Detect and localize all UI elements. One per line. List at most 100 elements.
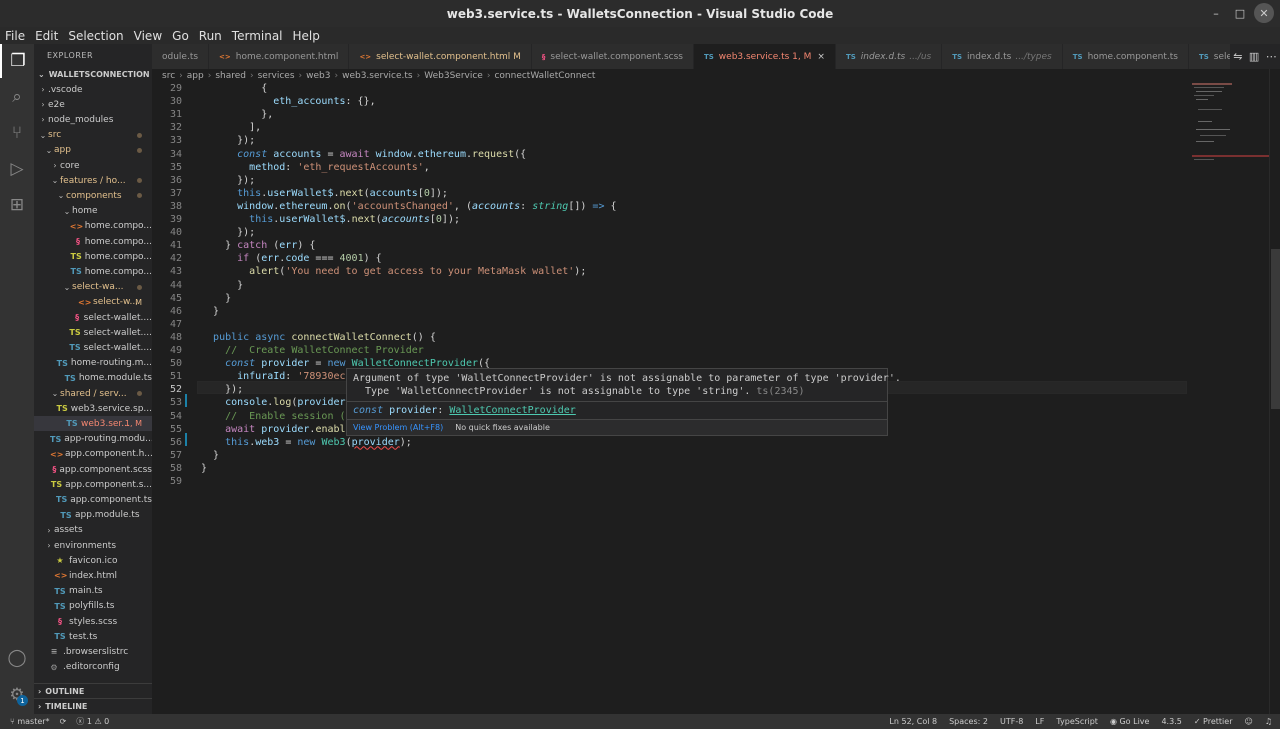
- editor-tab[interactable]: TS select-walle: [1188, 44, 1230, 69]
- tree-item[interactable]: TS home.module.ts: [34, 371, 152, 386]
- menu-item-help[interactable]: Help: [288, 29, 325, 43]
- tree-item[interactable]: › assets: [34, 523, 152, 538]
- compare-icon[interactable]: ⇋: [1233, 50, 1242, 63]
- settings-gear-icon[interactable]: ⚙ 1: [0, 678, 34, 712]
- tree-item[interactable]: <> home.compo...: [34, 219, 152, 234]
- tree-item[interactable]: TS select-wallet....: [34, 325, 152, 340]
- editor-tab[interactable]: TS home.component.ts: [1062, 44, 1189, 69]
- account-icon[interactable]: ◯: [0, 641, 34, 675]
- file-type-icon: TS: [60, 510, 72, 520]
- tree-item[interactable]: ⌄ features / ho...: [34, 173, 152, 188]
- editor-tab[interactable]: § select-wallet.component.scss: [531, 44, 694, 69]
- tree-item[interactable]: TS home.compo...: [34, 249, 152, 264]
- tree-item[interactable]: ⌄ shared / serv...: [34, 386, 152, 401]
- tree-item[interactable]: <> index.html: [34, 568, 152, 583]
- tree-item[interactable]: ★ favicon.ico: [34, 553, 152, 568]
- view-problem-link[interactable]: View Problem (Alt+F8): [353, 423, 443, 432]
- menu-item-edit[interactable]: Edit: [30, 29, 63, 43]
- prettier-status[interactable]: ✓ Prettier: [1194, 717, 1233, 726]
- tree-item[interactable]: <> app.component.h...: [34, 447, 152, 462]
- tree-item[interactable]: TS app.module.ts: [34, 508, 152, 523]
- section-outline[interactable]: › OUTLINE: [34, 683, 152, 698]
- problems-indicator[interactable]: ⓧ 1 ⚠ 0: [76, 716, 109, 727]
- tree-item[interactable]: › environments: [34, 538, 152, 553]
- breadcrumb-item[interactable]: web3: [306, 71, 330, 81]
- files-icon[interactable]: ❐: [0, 44, 34, 78]
- vertical-scrollbar[interactable]: [1269, 69, 1280, 714]
- tree-item[interactable]: › e2e: [34, 97, 152, 112]
- feedback-icon[interactable]: ☺: [1244, 717, 1252, 726]
- tree-item[interactable]: TS test.ts: [34, 629, 152, 644]
- tree-item[interactable]: § home.compo...: [34, 234, 152, 249]
- breadcrumb-item[interactable]: shared: [215, 71, 246, 81]
- tree-item[interactable]: › core: [34, 158, 152, 173]
- sync-icon[interactable]: ⟳: [60, 717, 67, 726]
- search-icon[interactable]: ⌕: [0, 80, 34, 114]
- breadcrumb-item[interactable]: services: [258, 71, 295, 81]
- tree-item[interactable]: ⌄ components: [34, 188, 152, 203]
- tree-item[interactable]: › node_modules: [34, 112, 152, 127]
- run-debug-icon[interactable]: ▷: [0, 152, 34, 186]
- menu-item-view[interactable]: View: [129, 29, 167, 43]
- ts-version[interactable]: 4.3.5: [1161, 717, 1181, 726]
- editor-tab[interactable]: <> select-wallet.component.html M: [349, 44, 532, 69]
- tree-item[interactable]: TS select-wallet....: [34, 340, 152, 355]
- editor-tab[interactable]: odule.ts: [152, 44, 210, 69]
- tree-item[interactable]: ⌄ home: [34, 204, 152, 219]
- editor-tab[interactable]: TS index.d.ts .../us: [835, 44, 943, 69]
- language-mode[interactable]: TypeScript: [1056, 717, 1098, 726]
- editor-tab[interactable]: <> home.component.html: [209, 44, 350, 69]
- menu-item-terminal[interactable]: Terminal: [227, 29, 288, 43]
- close-tab-icon[interactable]: ×: [817, 52, 825, 62]
- end-of-line[interactable]: LF: [1035, 717, 1044, 726]
- tree-item[interactable]: ⌄ app: [34, 143, 152, 158]
- tree-item[interactable]: TS home-routing.m...: [34, 356, 152, 371]
- go-live-button[interactable]: ◉ Go Live: [1110, 717, 1150, 726]
- more-actions-icon[interactable]: ⋯: [1266, 50, 1277, 63]
- cursor-position[interactable]: Ln 52, Col 8: [889, 717, 937, 726]
- indentation[interactable]: Spaces: 2: [949, 717, 988, 726]
- scrollbar-thumb[interactable]: [1271, 249, 1280, 409]
- minimap[interactable]: [1192, 69, 1269, 714]
- extensions-icon[interactable]: ⊞: [0, 188, 34, 222]
- breadcrumb-item[interactable]: Web3Service: [424, 71, 483, 81]
- menu-item-file[interactable]: File: [0, 29, 30, 43]
- tree-item[interactable]: TS app.component.s...: [34, 477, 152, 492]
- tree-item[interactable]: TS app-routing.modu...: [34, 432, 152, 447]
- close-icon[interactable]: ✕: [1254, 3, 1274, 23]
- branch-indicator[interactable]: ⑂ master*: [10, 717, 50, 726]
- tree-item[interactable]: TS polyfills.ts: [34, 599, 152, 614]
- minimize-icon[interactable]: –: [1206, 3, 1226, 23]
- tree-item[interactable]: TS home.compo...: [34, 264, 152, 279]
- breadcrumb-item[interactable]: web3.service.ts: [342, 71, 413, 81]
- notifications-icon[interactable]: ♫: [1265, 717, 1272, 726]
- tree-item[interactable]: TS web3.service.sp...: [34, 401, 153, 416]
- tree-item[interactable]: § app.component.scss: [34, 462, 152, 477]
- menu-item-run[interactable]: Run: [194, 29, 227, 43]
- tree-item[interactable]: § select-wallet....: [34, 310, 152, 325]
- breadcrumb-item[interactable]: app: [187, 71, 204, 81]
- maximize-icon[interactable]: □: [1230, 3, 1250, 23]
- tree-item[interactable]: <> select-w... M: [34, 295, 152, 310]
- tree-item[interactable]: § styles.scss: [34, 614, 152, 629]
- tree-item[interactable]: ⌄ src: [34, 128, 152, 143]
- tree-item[interactable]: ⚙ .editorconfig: [34, 660, 152, 675]
- tree-item[interactable]: TS web3.ser... 1, M: [34, 416, 152, 432]
- tree-item[interactable]: ≡ .browserslistrc: [34, 644, 152, 659]
- editor-tab[interactable]: TS web3.service.ts 1, M ×: [693, 44, 836, 69]
- source-control-icon[interactable]: ⑂: [0, 116, 34, 150]
- tree-item[interactable]: › .vscode: [34, 82, 152, 97]
- decl-type-link[interactable]: WalletConnectProvider: [449, 405, 575, 416]
- editor-tab[interactable]: TS index.d.ts .../types: [942, 44, 1063, 69]
- tree-item[interactable]: TS main.ts: [34, 584, 152, 599]
- menu-item-go[interactable]: Go: [167, 29, 194, 43]
- tree-item[interactable]: TS app.component.ts: [34, 492, 152, 507]
- workspace-root[interactable]: ⌄ WALLETSCONNECTION: [34, 67, 152, 82]
- encoding[interactable]: UTF-8: [1000, 717, 1023, 726]
- tree-item[interactable]: ⌄ select-wa...: [34, 280, 152, 295]
- split-editor-icon[interactable]: ▥: [1249, 50, 1259, 63]
- section-timeline[interactable]: › TIMELINE: [34, 698, 152, 713]
- menu-item-selection[interactable]: Selection: [63, 29, 128, 43]
- breadcrumb-item[interactable]: src: [162, 71, 175, 81]
- breadcrumb-item[interactable]: connectWalletConnect: [494, 71, 595, 81]
